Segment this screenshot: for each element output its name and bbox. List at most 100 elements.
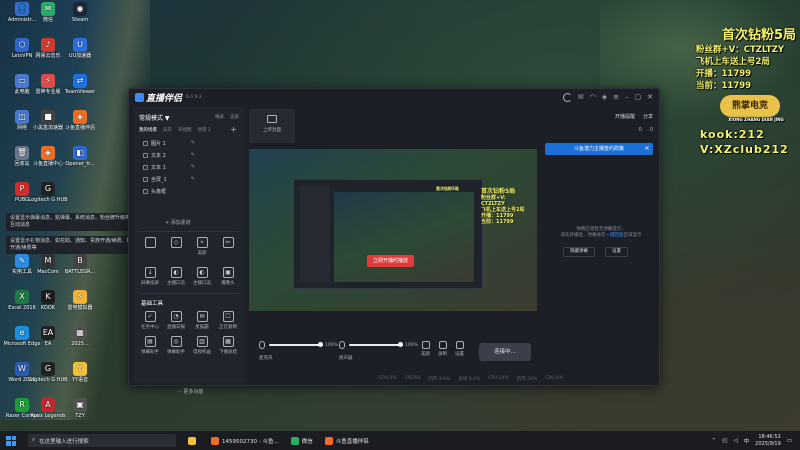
speaker-volume-slider[interactable] <box>349 342 403 347</box>
desktop-icon[interactable]: B BATTLEGR... <box>60 254 100 275</box>
taskbar-app[interactable] <box>184 434 203 447</box>
preview-nested-panel <box>300 186 330 282</box>
source-settings-icon[interactable]: ✎ <box>191 140 195 146</box>
source-item[interactable]: 全屏_1 ✎ <box>139 173 235 185</box>
hide-danmu-button[interactable]: 隐藏弹幕 <box>563 247 595 257</box>
tool-button[interactable]: ◔ 直播日报 <box>163 311 189 330</box>
connect-button[interactable]: 连接中... <box>479 343 531 361</box>
mic-volume-slider[interactable] <box>269 342 323 347</box>
user-avatar-icon[interactable] <box>562 92 572 102</box>
menu-icon[interactable]: ≡ <box>613 93 619 101</box>
tool-button[interactable] <box>137 237 163 256</box>
source-visibility-checkbox[interactable] <box>143 188 148 194</box>
tool-button[interactable]: ▦ 下播总结 <box>215 336 241 355</box>
mail-icon[interactable]: ✉ <box>578 93 584 101</box>
danmu-settings-button[interactable]: 设置 <box>605 247 628 257</box>
desktop-icon[interactable]: U UU加速器 <box>60 38 100 59</box>
taskbar-app[interactable]: 斗鱼直播伴侣 <box>321 434 373 447</box>
scene-tab-dual[interactable]: 双开 <box>163 127 172 133</box>
overlay-kaibo-label: 开播： <box>696 69 722 79</box>
desktop-icon[interactable]: ⚡ 雷电模拟器 <box>60 290 100 311</box>
source-settings-icon[interactable]: ✎ <box>191 152 195 158</box>
speaker-volume[interactable]: 100% <box>339 341 418 349</box>
tool-button[interactable]: ✂ <box>215 237 241 256</box>
network-icon[interactable]: ◰ <box>722 438 727 444</box>
tool-button[interactable]: ▥ 电视机画 <box>189 336 215 355</box>
source-item[interactable]: 头像框 <box>139 185 235 197</box>
settings-control[interactable]: 设置 <box>455 341 464 357</box>
upload-cover-button[interactable]: 上传封面 <box>249 109 295 143</box>
notification-icon[interactable]: ▭ <box>787 438 792 444</box>
add-source-button[interactable]: + 添加素材 <box>165 219 191 226</box>
live-reminder-button[interactable]: 开播提醒 <box>615 113 635 120</box>
mic-volume-knob[interactable] <box>318 342 323 347</box>
beauty-control[interactable]: 美颜 <box>421 341 430 357</box>
speaker-icon[interactable] <box>339 341 345 349</box>
tool-button[interactable]: ◎ 弹幕助手 <box>163 336 189 355</box>
source-visibility-checkbox[interactable] <box>143 164 148 170</box>
more-features-button[interactable]: ··· 更多功能 <box>177 388 203 395</box>
app-titlebar[interactable]: 直播伴侣 6.4.9.2 ✉ ◠ ◈ ≡ – ▢ ✕ <box>129 89 659 105</box>
chevron-up-icon[interactable]: ⌃ <box>712 438 717 444</box>
microphone-icon[interactable] <box>259 341 265 349</box>
source-visibility-checkbox[interactable] <box>143 140 148 146</box>
scene-tab-scene1[interactable]: 场景 1 <box>198 127 211 133</box>
desktop-icon[interactable]: Y YY语音 <box>60 362 100 383</box>
landscape-link[interactable]: 横屏 <box>215 114 224 120</box>
scene-tab-narrow[interactable]: 窄视图 <box>178 127 192 133</box>
source-item[interactable]: 文本 1 ✎ <box>139 161 235 173</box>
close-icon[interactable]: ✕ <box>647 93 653 101</box>
quick-reply-link[interactable]: 一键回复 <box>606 233 624 238</box>
preview-nested-window: 首次钻粉5局 <box>293 179 483 289</box>
add-scene-icon[interactable]: + <box>230 125 237 134</box>
desktop-icon[interactable]: ◧ Opener_tr... <box>60 146 100 167</box>
desktop-icon[interactable]: ◉ Steam <box>60 2 100 23</box>
desktop-icon[interactable]: G Logitech G HUB <box>28 182 68 203</box>
tool-button[interactable]: ↓ 屏幕投屏 <box>137 267 163 286</box>
tool-button[interactable]: ✉ 星猫霸 <box>189 311 215 330</box>
source-visibility-checkbox[interactable] <box>143 152 148 158</box>
mic-volume[interactable]: 100% <box>259 341 338 349</box>
app-icon: ◫ <box>15 110 29 124</box>
speaker-volume-knob[interactable] <box>398 342 403 347</box>
portrait-link[interactable]: 竖屏 <box>230 114 239 120</box>
tool-button[interactable]: ▤ 弹幕助手 <box>137 336 163 355</box>
record-control[interactable]: 录制 <box>438 341 447 357</box>
tool-button[interactable]: ◐ 主播口追 <box>163 267 189 286</box>
preview-start-badge[interactable]: 立即开播时播放 <box>367 255 415 267</box>
ad-banner[interactable]: 斗鱼潜力主播签约政策 <box>545 143 653 155</box>
app-brand: 直播伴侣 6.4.9.2 <box>135 91 202 104</box>
taskbar-app[interactable]: 1459502730 - 斗鱼... <box>207 434 283 447</box>
mode-selector[interactable]: 常规模式 ▼ <box>139 113 170 122</box>
source-settings-icon[interactable]: ✎ <box>191 164 195 170</box>
tool-button[interactable]: ✓ 任务中心 <box>137 311 163 330</box>
desktop-icon[interactable]: ⇄ TeamViewer <box>60 74 100 95</box>
source-visibility-checkbox[interactable] <box>143 176 148 182</box>
taskbar-app[interactable]: 微信 <box>287 434 317 447</box>
skin-icon[interactable]: ◈ <box>602 93 607 101</box>
desktop-icon[interactable]: ◈ 斗鱼直播伴侣 <box>60 110 100 131</box>
source-item[interactable]: 文本 2 ✎ <box>139 149 235 161</box>
ad-close-icon[interactable]: ✕ <box>643 145 651 153</box>
volume-icon[interactable]: ◁ <box>733 438 737 444</box>
maximize-icon[interactable]: ▢ <box>635 93 642 101</box>
taskbar-search[interactable]: ⌕ 在这里输入进行搜索 <box>28 434 176 447</box>
desktop-icon[interactable]: ▣ TZY <box>60 398 100 419</box>
tool-button[interactable]: ◇ <box>163 237 189 256</box>
share-button[interactable]: 分享 <box>643 113 653 120</box>
tool-button[interactable]: ✧ 美颜 <box>189 237 215 256</box>
minimize-icon[interactable]: – <box>625 93 629 101</box>
tool-button[interactable]: ▣ 摄像头 <box>215 267 241 286</box>
app-icon: ▦ <box>73 326 87 340</box>
ime-icon[interactable]: 中 <box>744 437 750 445</box>
clock[interactable]: 18:46:52 2025/9/19 <box>755 434 781 448</box>
tool-button[interactable]: ◐ 主播口追 <box>189 267 215 286</box>
stream-preview[interactable]: 首次钻粉5局 立即开播时播放 首次钻粉5局 粉丝群+V: CTZLTZY 飞机上… <box>249 149 537 311</box>
tool-button[interactable]: ☐ 正在复制 <box>215 311 241 330</box>
scene-tab-mine[interactable]: 我的场景 <box>139 127 157 133</box>
start-button[interactable] <box>6 435 16 446</box>
headset-icon[interactable]: ◠ <box>590 93 596 101</box>
desktop-icon[interactable]: ▦ 2025... <box>60 326 100 347</box>
source-settings-icon[interactable]: ✎ <box>191 176 195 182</box>
source-item[interactable]: 图片 1 ✎ <box>139 137 235 149</box>
